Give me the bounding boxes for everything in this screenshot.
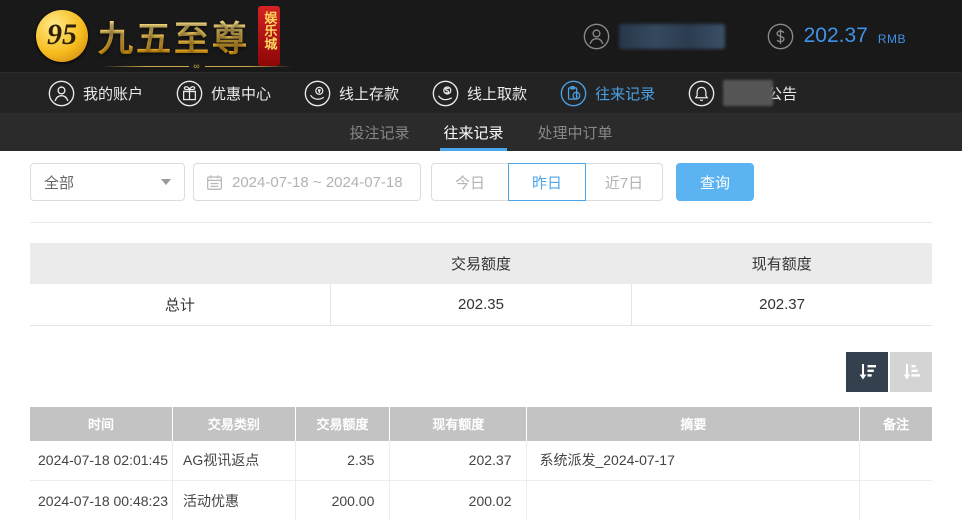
logo-flourish: ∞ bbox=[102, 61, 292, 71]
summary-trade-amount: 202.35 bbox=[329, 284, 632, 326]
yesterday-button[interactable]: 昨日 bbox=[508, 163, 586, 201]
last7days-button[interactable]: 近7日 bbox=[585, 163, 663, 201]
tab-transaction-records[interactable]: 往来记录 bbox=[440, 113, 507, 151]
cell-type: 活动优惠 bbox=[172, 480, 296, 520]
nav-label: 我的账户 bbox=[83, 85, 144, 103]
col-header-time: 时间 bbox=[30, 406, 174, 441]
records-table: 时间 交易类别 交易额度 现有额度 摘要 备注 2024-07-18 02:01… bbox=[30, 406, 932, 520]
dollar-icon bbox=[767, 23, 793, 49]
nav-item-withdraw[interactable]: 线上取款 bbox=[432, 80, 527, 107]
balance-display: 202.37 RMB bbox=[767, 23, 906, 50]
cell-balance: 200.02 bbox=[389, 480, 528, 520]
section-divider bbox=[30, 222, 932, 223]
type-select-value: 全部 bbox=[44, 174, 75, 192]
cell-amount: 2.35 bbox=[295, 440, 391, 481]
nav-item-deposit[interactable]: 线上存款 bbox=[304, 80, 399, 107]
redacted-username bbox=[618, 23, 725, 49]
cell-summary bbox=[526, 480, 861, 520]
cell-balance: 202.37 bbox=[389, 440, 528, 481]
calendar-icon bbox=[207, 174, 222, 190]
main-nav: 我的账户 优惠中心 线上存款 线上取款 往来记录 公告 bbox=[0, 72, 962, 113]
nav-label: 线上取款 bbox=[467, 85, 528, 103]
nav-label: 线上存款 bbox=[339, 85, 400, 103]
redacted-text bbox=[723, 80, 774, 106]
person-icon bbox=[583, 23, 609, 49]
col-header-amount: 交易额度 bbox=[295, 406, 391, 441]
logo-badge: 娱乐城 bbox=[258, 6, 281, 66]
col-header-summary: 摘要 bbox=[526, 406, 861, 441]
user-icon bbox=[48, 80, 75, 106]
header-right: 202.37 RMB bbox=[583, 23, 906, 50]
type-select[interactable]: 全部 bbox=[30, 163, 185, 201]
summary-table: 交易额度 现有额度 总计 202.35 202.37 bbox=[30, 243, 932, 326]
nav-label: 优惠中心 bbox=[211, 85, 272, 103]
balance-amount: 202.37 bbox=[803, 24, 868, 47]
records-icon bbox=[560, 80, 587, 106]
site-logo: 95 九五至尊 娱乐城 ∞ bbox=[36, 6, 281, 71]
cell-note bbox=[859, 440, 932, 481]
sort-descending-button[interactable] bbox=[846, 351, 888, 392]
cell-amount: 200.00 bbox=[295, 480, 391, 520]
summary-header-row: 交易额度 现有额度 bbox=[30, 243, 932, 284]
records-header-row: 时间 交易类别 交易额度 现有额度 摘要 备注 bbox=[30, 406, 932, 441]
nav-label: 往来记录 bbox=[595, 85, 656, 103]
nav-item-transaction-records[interactable]: 往来记录 bbox=[560, 80, 655, 107]
sort-desc-icon bbox=[859, 363, 876, 379]
col-header-note: 备注 bbox=[859, 406, 932, 441]
date-range-input[interactable]: 2024-07-18 ~ 2024-07-18 bbox=[193, 163, 421, 201]
nav-item-announcements[interactable]: 公告 bbox=[688, 80, 797, 107]
cell-type: AG视讯返点 bbox=[172, 440, 296, 481]
table-row: 2024-07-18 00:48:23 活动优惠 200.00 200.02 bbox=[30, 480, 932, 520]
summary-header-trade-amount: 交易额度 bbox=[330, 243, 632, 284]
summary-current-amount: 202.37 bbox=[631, 284, 932, 326]
date-range-value: 2024-07-18 ~ 2024-07-18 bbox=[232, 173, 403, 191]
gift-icon bbox=[176, 80, 203, 106]
cell-time: 2024-07-18 00:48:23 bbox=[30, 480, 174, 520]
sort-ascending-button[interactable] bbox=[890, 351, 932, 392]
deposit-icon bbox=[304, 80, 331, 106]
withdraw-icon bbox=[432, 80, 459, 106]
summary-total-row: 总计 202.35 202.37 bbox=[30, 284, 932, 326]
summary-header-current-amount: 现有额度 bbox=[631, 243, 932, 284]
sort-asc-icon bbox=[903, 363, 920, 379]
table-row: 2024-07-18 02:01:45 AG视讯返点 2.35 202.37 系… bbox=[30, 440, 932, 481]
cell-note bbox=[859, 480, 932, 520]
balance-currency: RMB bbox=[877, 31, 906, 46]
search-button[interactable]: 查询 bbox=[676, 163, 754, 201]
logo-monogram: 95 bbox=[47, 18, 77, 51]
tab-betting-records[interactable]: 投注记录 bbox=[348, 113, 410, 151]
cell-summary: 系统派发_2024-07-17 bbox=[526, 440, 861, 481]
filter-row: 全部 2024-07-18 ~ 2024-07-18 今日 昨日 近7日 查询 bbox=[30, 163, 932, 201]
today-button[interactable]: 今日 bbox=[431, 163, 509, 201]
nav-item-my-account[interactable]: 我的账户 bbox=[48, 80, 143, 107]
summary-total-label: 总计 bbox=[30, 284, 331, 326]
logo-95-icon: 95 bbox=[36, 10, 88, 62]
record-subtabs: 投注记录 往来记录 处理中订单 bbox=[0, 113, 962, 151]
col-header-type: 交易类别 bbox=[172, 406, 296, 441]
site-title: 九五至尊 bbox=[98, 11, 250, 62]
content-area: 全部 2024-07-18 ~ 2024-07-18 今日 昨日 近7日 查询 bbox=[0, 151, 962, 520]
nav-item-promotions[interactable]: 优惠中心 bbox=[176, 80, 271, 107]
cell-time: 2024-07-18 02:01:45 bbox=[30, 440, 174, 481]
bell-icon bbox=[688, 80, 715, 106]
col-header-balance: 现有额度 bbox=[389, 406, 528, 441]
summary-header-empty bbox=[30, 243, 331, 284]
tab-pending-orders[interactable]: 处理中订单 bbox=[537, 113, 614, 151]
quick-date-group: 今日 昨日 近7日 bbox=[431, 163, 663, 201]
chevron-down-icon bbox=[161, 179, 171, 185]
top-header: 95 九五至尊 娱乐城 ∞ 202.37 RMB bbox=[0, 0, 962, 72]
user-account-chip bbox=[583, 23, 725, 50]
sort-controls bbox=[30, 351, 932, 392]
